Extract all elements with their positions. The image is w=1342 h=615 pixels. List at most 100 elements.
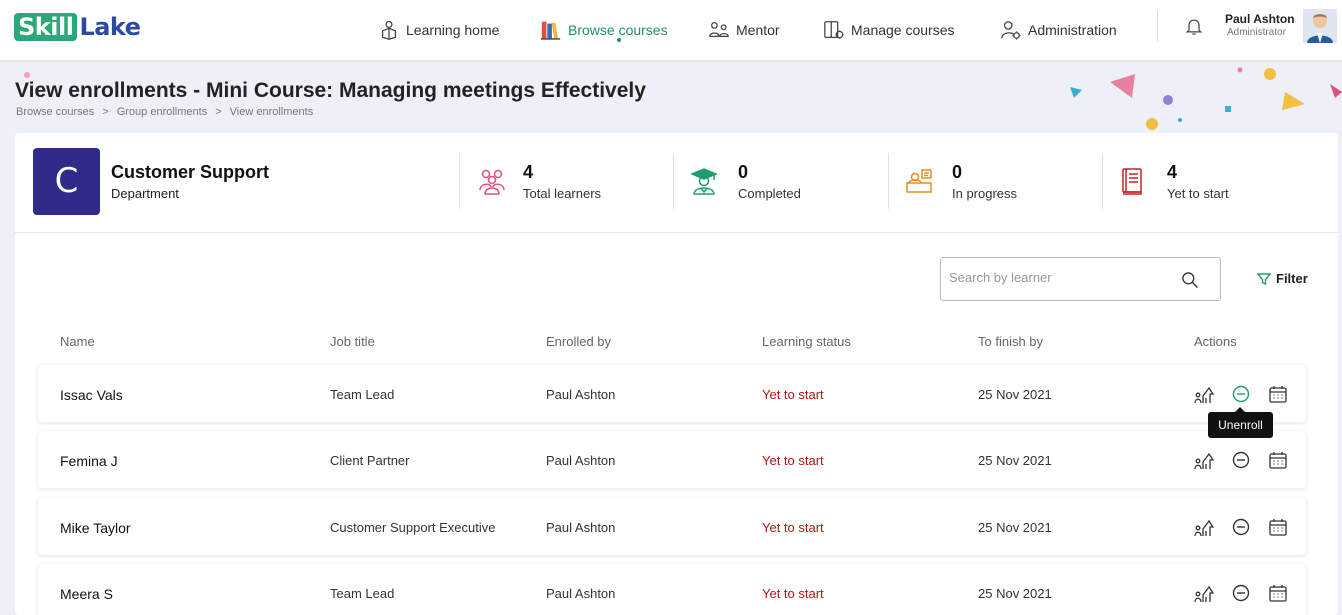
nav-administration[interactable]: Administration bbox=[1000, 0, 1117, 60]
mentor-icon bbox=[709, 22, 729, 38]
unenroll-icon[interactable] bbox=[1231, 583, 1251, 603]
nav-learning-home[interactable]: Learning home bbox=[378, 0, 499, 60]
book-icon bbox=[1122, 168, 1142, 195]
finish-by-date: 25 Nov 2021 bbox=[978, 453, 1052, 468]
nav-label: Browse courses bbox=[568, 22, 668, 38]
logo-part-lake: Lake bbox=[79, 13, 141, 41]
learner-name: Issac Vals bbox=[60, 387, 123, 403]
calendar-icon[interactable] bbox=[1268, 450, 1288, 470]
nav-manage-courses[interactable]: Manage courses bbox=[823, 0, 955, 60]
progress-report-icon[interactable] bbox=[1194, 384, 1214, 404]
in-progress-icon bbox=[906, 169, 932, 193]
nav-label: Mentor bbox=[736, 22, 780, 38]
unenroll-tooltip: Unenroll bbox=[1208, 407, 1273, 438]
learning-status: Yet to start bbox=[762, 387, 824, 402]
in-progress-label: In progress bbox=[952, 186, 1018, 201]
stat-divider bbox=[1102, 153, 1103, 209]
enrolled-by: Paul Ashton bbox=[546, 520, 616, 535]
graduate-icon bbox=[690, 168, 718, 195]
job-title: Client Partner bbox=[330, 453, 410, 468]
nav-label: Administration bbox=[1028, 22, 1117, 38]
books-icon bbox=[540, 21, 561, 40]
total-learners-label: Total learners bbox=[523, 186, 602, 201]
learner-name: Femina J bbox=[60, 453, 118, 469]
column-header-job-title: Job title bbox=[330, 334, 375, 349]
learning-status: Yet to start bbox=[762, 586, 824, 601]
in-progress-count: 0 bbox=[952, 162, 963, 182]
learner-search-input[interactable] bbox=[949, 270, 1169, 285]
nav-browse-courses[interactable]: Browse courses bbox=[540, 0, 668, 60]
filter-icon bbox=[1257, 272, 1271, 285]
calendar-icon[interactable] bbox=[1268, 384, 1288, 404]
user-name[interactable]: Paul Ashton bbox=[1225, 12, 1295, 26]
enrollments-card: C Customer Support Department 4 Total le… bbox=[15, 133, 1338, 615]
nav-label: Manage courses bbox=[851, 22, 955, 38]
stat-divider bbox=[888, 153, 889, 209]
completed-label: Completed bbox=[738, 186, 801, 201]
stat-divider bbox=[459, 153, 460, 209]
job-title: Team Lead bbox=[330, 586, 395, 601]
progress-report-icon[interactable] bbox=[1194, 583, 1214, 603]
progress-report-icon[interactable] bbox=[1194, 517, 1214, 537]
table-row: Meera S Team Lead Paul Ashton Yet to sta… bbox=[38, 564, 1306, 615]
enrolled-by: Paul Ashton bbox=[546, 586, 616, 601]
manage-courses-icon bbox=[824, 21, 844, 39]
progress-report-icon[interactable] bbox=[1194, 450, 1214, 470]
learning-status: Yet to start bbox=[762, 520, 824, 535]
learning-home-icon bbox=[381, 20, 397, 40]
filter-label: Filter bbox=[1276, 271, 1308, 286]
confetti-decoration bbox=[1070, 67, 1342, 130]
learner-search-box[interactable] bbox=[940, 257, 1221, 301]
filter-button[interactable]: Filter bbox=[1257, 271, 1308, 286]
breadcrumb-view-enrollments: View enrollments bbox=[229, 106, 314, 118]
active-indicator bbox=[617, 38, 621, 42]
table-row: Mike Taylor Customer Support Executive P… bbox=[38, 498, 1306, 555]
completed-count: 0 bbox=[738, 162, 749, 182]
learner-name: Meera S bbox=[60, 586, 113, 602]
section-divider bbox=[15, 232, 1338, 233]
column-header-name: Name bbox=[60, 334, 95, 349]
skilllake-logo[interactable]: Skill Lake bbox=[14, 13, 141, 41]
unenroll-icon[interactable] bbox=[1231, 450, 1251, 470]
table-row: Femina J Client Partner Paul Ashton Yet … bbox=[38, 431, 1306, 488]
column-header-to-finish-by: To finish by bbox=[978, 334, 1044, 349]
job-title: Customer Support Executive bbox=[330, 520, 496, 535]
enrolled-by: Paul Ashton bbox=[546, 387, 616, 402]
search-icon[interactable] bbox=[1180, 270, 1200, 290]
nav-label: Learning home bbox=[406, 22, 500, 38]
breadcrumb-separator: > bbox=[102, 106, 109, 118]
job-title: Team Lead bbox=[330, 387, 395, 402]
user-avatar[interactable] bbox=[1303, 9, 1337, 43]
breadcrumb-browse-courses[interactable]: Browse courses bbox=[16, 106, 94, 118]
top-navigation-bar: Skill Lake Learning home Browse courses … bbox=[0, 0, 1342, 60]
breadcrumb-separator: > bbox=[215, 106, 222, 118]
breadcrumb-group-enrollments[interactable]: Group enrollments bbox=[117, 106, 208, 118]
column-header-learning-status: Learning status bbox=[762, 334, 851, 349]
table-row: Issac Vals Team Lead Paul Ashton Yet to … bbox=[38, 365, 1306, 422]
administration-icon bbox=[1001, 21, 1021, 40]
breadcrumb: Browse courses > Group enrollments > Vie… bbox=[16, 106, 321, 118]
yet-to-start-label: Yet to start bbox=[1167, 186, 1229, 201]
header-divider bbox=[1157, 10, 1158, 42]
finish-by-date: 25 Nov 2021 bbox=[978, 586, 1052, 601]
column-header-enrolled-by: Enrolled by bbox=[546, 334, 612, 349]
confetti-dot bbox=[24, 72, 30, 78]
learner-name: Mike Taylor bbox=[60, 520, 131, 536]
learning-status: Yet to start bbox=[762, 453, 824, 468]
department-type: Department bbox=[111, 186, 179, 201]
stat-divider bbox=[673, 153, 674, 209]
page-title: View enrollments - Mini Course: Managing… bbox=[15, 79, 646, 102]
finish-by-date: 25 Nov 2021 bbox=[978, 520, 1052, 535]
enrolled-by: Paul Ashton bbox=[546, 453, 616, 468]
nav-mentor[interactable]: Mentor bbox=[708, 0, 780, 60]
logo-part-skill: Skill bbox=[14, 13, 78, 41]
total-learners-count: 4 bbox=[523, 162, 534, 182]
unenroll-icon[interactable] bbox=[1231, 384, 1251, 404]
calendar-icon[interactable] bbox=[1268, 517, 1288, 537]
calendar-icon[interactable] bbox=[1268, 583, 1288, 603]
column-header-actions: Actions bbox=[1194, 334, 1237, 349]
unenroll-icon[interactable] bbox=[1231, 517, 1251, 537]
department-name: Customer Support bbox=[111, 162, 270, 182]
learners-icon bbox=[479, 169, 505, 195]
notification-bell-icon[interactable] bbox=[1184, 16, 1204, 36]
